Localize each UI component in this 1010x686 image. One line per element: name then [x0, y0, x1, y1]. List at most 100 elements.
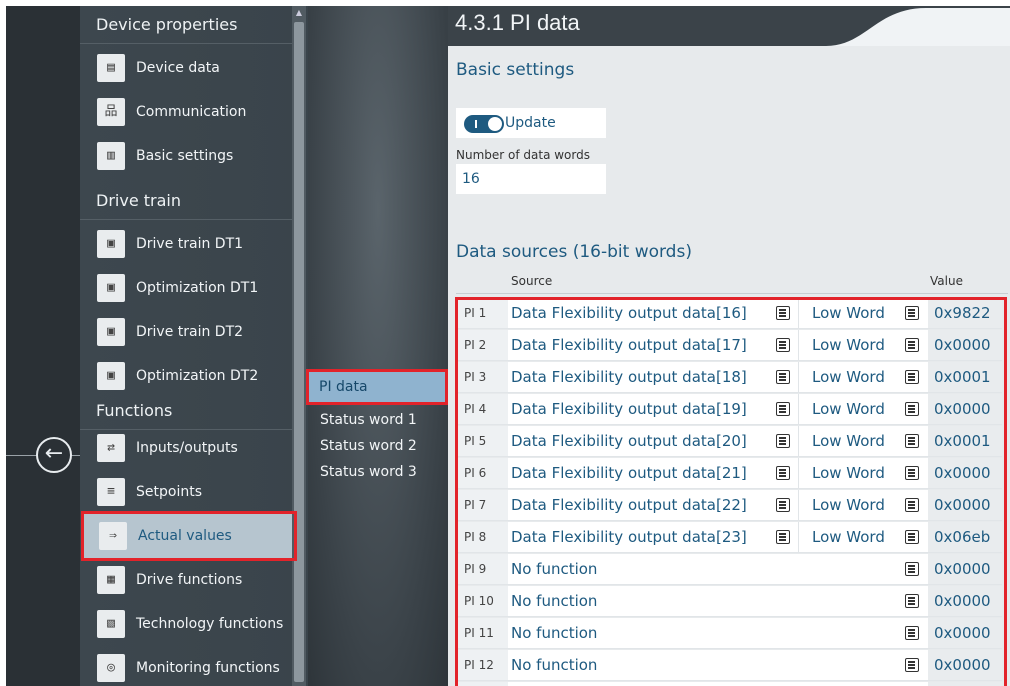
source-value[interactable]: Data Flexibility output data[19]	[511, 394, 747, 424]
toggle-knob	[488, 117, 502, 131]
word-select-value[interactable]: Low Word	[812, 490, 885, 520]
word-list-icon[interactable]	[905, 434, 919, 448]
table-row: PI 8 Data Flexibility output data[23] Low …	[456, 522, 1002, 553]
value-readout: 0x9822	[928, 298, 1002, 328]
word-select-value[interactable]: Low Word	[812, 394, 885, 424]
update-label: Update	[505, 115, 556, 131]
word-list-icon[interactable]	[905, 626, 919, 640]
sidebar-item-communication[interactable]: 品 Communication	[80, 90, 302, 134]
source-value[interactable]: No function	[511, 554, 597, 584]
word-list-icon[interactable]	[905, 562, 919, 576]
pi-index: PI 6	[456, 458, 508, 488]
technology-icon: ▧	[97, 610, 125, 638]
word-list-icon[interactable]	[905, 466, 919, 480]
source-value[interactable]: Data Flexibility output data[23]	[511, 522, 747, 552]
word-list-icon[interactable]	[905, 594, 919, 608]
source-list-icon[interactable]	[776, 306, 790, 320]
sidebar-item-monitoring-functions[interactable]: ◎ Monitoring functions	[80, 646, 302, 686]
sidebar-item-optimization-dt1[interactable]: ▣ Optimization DT1	[80, 266, 302, 310]
table-row: PI 4 Data Flexibility output data[19] Low …	[456, 394, 1002, 425]
sidebar-item-drive-train-dt2[interactable]: ▣ Drive train DT2	[80, 310, 302, 354]
source-value[interactable]: Data Flexibility output data[21]	[511, 458, 747, 488]
source-value[interactable]: Data Flexibility output data[18]	[511, 362, 747, 392]
sidebar-item-label: Drive train DT1	[136, 236, 244, 252]
sidebar-item-label: Technology functions	[136, 616, 284, 632]
table-row: PI 13No function 0x0000	[456, 682, 1002, 686]
table-row: PI 6 Data Flexibility output data[21] Low …	[456, 458, 1002, 489]
header-divider	[456, 293, 1008, 294]
nav-scrollbar-thumb[interactable]	[294, 22, 304, 682]
source-list-icon[interactable]	[776, 498, 790, 512]
source-list-icon[interactable]	[776, 338, 790, 352]
pi-index: PI 13	[456, 682, 508, 686]
value-readout: 0x0001	[928, 362, 1002, 392]
word-select-value[interactable]: Low Word	[812, 458, 885, 488]
sidebar-item-technology-functions[interactable]: ▧ Technology functions	[80, 602, 302, 646]
word-list-icon[interactable]	[905, 498, 919, 512]
sidebar-item-actual-values[interactable]: ⇒ Actual values	[82, 514, 296, 558]
drive-train-icon: ▣	[97, 230, 125, 258]
value-readout: 0x0000	[928, 682, 1002, 686]
column-header-source: Source	[511, 274, 553, 288]
subnav-item-pi-data[interactable]: PI data	[309, 372, 445, 402]
sidebar-item-drive-functions[interactable]: ▦ Drive functions	[80, 558, 302, 602]
pi-index: PI 5	[456, 426, 508, 456]
source-value[interactable]: No function	[511, 650, 597, 680]
word-select-value[interactable]: Low Word	[812, 330, 885, 360]
sidebar-item-device-data[interactable]: ▤ Device data	[80, 46, 302, 90]
word-select-value[interactable]: Low Word	[812, 426, 885, 456]
pi-index: PI 4	[456, 394, 508, 424]
source-list-icon[interactable]	[776, 466, 790, 480]
word-list-icon[interactable]	[905, 658, 919, 672]
table-row: PI 5 Data Flexibility output data[20] Low …	[456, 426, 1002, 457]
source-value[interactable]: Data Flexibility output data[20]	[511, 426, 747, 456]
sidebar-item-setpoints[interactable]: ≡ Setpoints	[80, 470, 302, 514]
sidebar-item-label: Inputs/outputs	[136, 440, 238, 456]
source-list-icon[interactable]	[776, 530, 790, 544]
sidebar-item-label: Setpoints	[136, 484, 202, 500]
word-list-icon[interactable]	[905, 530, 919, 544]
column-header-value: Value	[930, 274, 963, 288]
nav-section-header: Device properties	[80, 6, 302, 44]
sidebar-item-inputs-outputs[interactable]: ⇄ Inputs/outputs	[80, 426, 302, 470]
back-button[interactable]: ←	[36, 437, 72, 473]
word-list-icon[interactable]	[905, 370, 919, 384]
pi-index: PI 2	[456, 330, 508, 360]
scroll-up-icon[interactable]: ▲	[294, 8, 304, 18]
source-list-icon[interactable]	[776, 402, 790, 416]
word-select-value[interactable]: Low Word	[812, 298, 885, 328]
subnav-item-status-word-3[interactable]: Status word 3	[318, 460, 444, 484]
source-value[interactable]: No function	[511, 586, 597, 616]
sidebar-item-drive-train-dt1[interactable]: ▣ Drive train DT1	[80, 222, 302, 266]
sidebar-item-basic-settings[interactable]: ▥ Basic settings	[80, 134, 302, 178]
value-readout: 0x0001	[928, 426, 1002, 456]
data-sources-table: PI 1 Data Flexibility output data[16] Low …	[456, 296, 1008, 686]
source-value[interactable]: No function	[511, 618, 597, 648]
value-readout: 0x0000	[928, 394, 1002, 424]
source-list-icon[interactable]	[776, 370, 790, 384]
table-row: PI 2 Data Flexibility output data[17] Low …	[456, 330, 1002, 361]
sidebar-item-label: Drive train DT2	[136, 324, 244, 340]
source-value[interactable]: Data Flexibility output data[17]	[511, 330, 747, 360]
network-icon: 品	[97, 98, 125, 126]
subnav-item-status-word-1[interactable]: Status word 1	[318, 408, 444, 432]
sub-navigation	[308, 6, 448, 686]
number-of-data-words-field[interactable]: 16	[456, 164, 606, 194]
io-icon: ⇄	[97, 434, 125, 462]
sidebar-item-label: Drive functions	[136, 572, 243, 588]
pi-index: PI 8	[456, 522, 508, 552]
word-list-icon[interactable]	[905, 306, 919, 320]
app-window: ← Device properties ▤ Device data 品 Communic…	[6, 6, 1010, 686]
value-readout: 0x0000	[928, 586, 1002, 616]
word-list-icon[interactable]	[905, 402, 919, 416]
table-row: PI 12 No function 0x0000	[456, 650, 1002, 681]
source-value[interactable]: Data Flexibility output data[22]	[511, 490, 747, 520]
word-list-icon[interactable]	[905, 338, 919, 352]
source-list-icon[interactable]	[776, 434, 790, 448]
word-select-value[interactable]: Low Word	[812, 522, 885, 552]
word-select-value[interactable]: Low Word	[812, 362, 885, 392]
monitoring-icon: ◎	[97, 654, 125, 682]
subnav-item-status-word-2[interactable]: Status word 2	[318, 434, 444, 458]
source-value[interactable]: Data Flexibility output data[16]	[511, 298, 747, 328]
source-value[interactable]: No function	[511, 682, 597, 686]
